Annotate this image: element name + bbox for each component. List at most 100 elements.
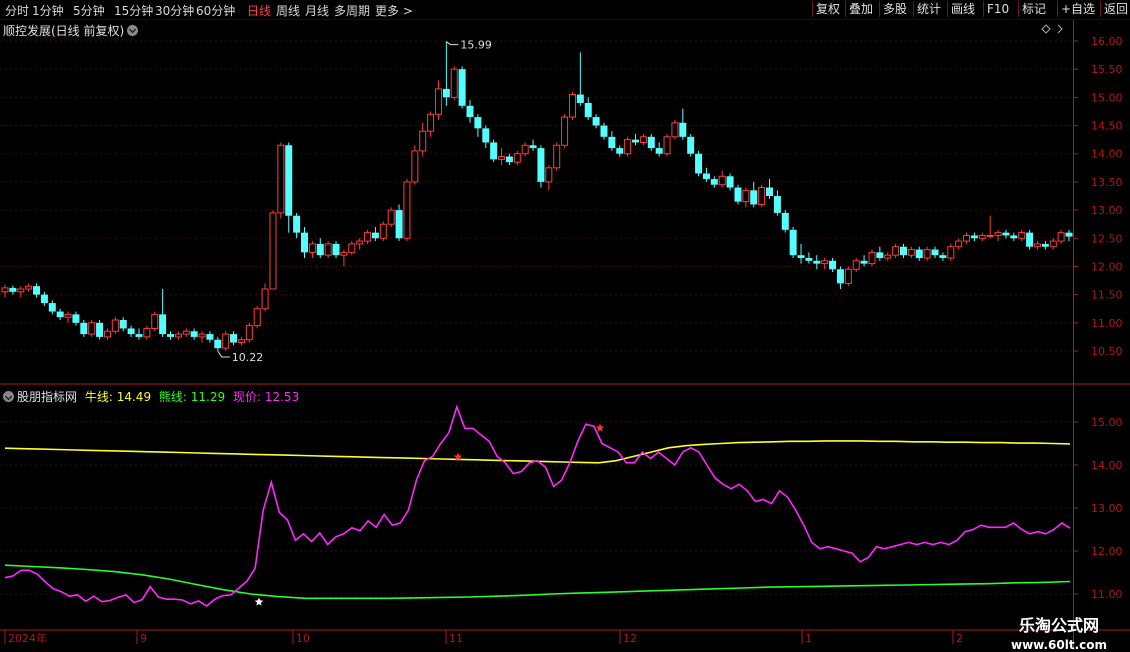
candle-body-up: [245, 325, 253, 341]
candle-body-up: [1033, 243, 1041, 248]
time-tick-label: 1: [805, 632, 812, 645]
candle-body-up: [151, 313, 159, 329]
candle-body-up: [758, 187, 766, 205]
candle-body-up: [308, 243, 316, 253]
candle-body-up: [253, 308, 261, 327]
candle-body-down: [970, 235, 978, 239]
price-tick-label: 15.00: [1091, 91, 1123, 104]
candle-body-up: [545, 167, 553, 183]
candle-body-up: [17, 288, 25, 293]
candle-body-up: [907, 249, 915, 256]
time-tick-label: 9: [140, 632, 147, 645]
candle-body-down: [687, 136, 695, 154]
candle-body-down: [766, 187, 774, 196]
diamond-icon: [1041, 24, 1051, 34]
candle-body-up: [198, 333, 206, 338]
candle-body-down: [33, 286, 41, 295]
candle-body-up: [277, 144, 285, 214]
indicator-tick-label: 11.00: [1091, 588, 1123, 601]
high-marker-label: 15.99: [460, 39, 492, 52]
candle-body-down: [371, 232, 379, 239]
candle-body-down: [1041, 243, 1049, 247]
candle-body-down: [789, 229, 797, 256]
indicator-tick-label: 15.00: [1091, 416, 1123, 429]
candle-body-up: [419, 130, 427, 152]
candle-body-down: [119, 320, 127, 329]
candle-body-up: [852, 260, 860, 270]
candle-body-down: [702, 173, 710, 180]
price-tick-label: 14.50: [1091, 120, 1123, 133]
candle-body-down: [915, 249, 923, 258]
candle-body-down: [813, 260, 821, 264]
candle-body-up: [663, 136, 671, 155]
candle-body-up: [364, 232, 372, 242]
time-tick-label: 10: [296, 632, 310, 645]
candle-body-down: [529, 145, 537, 149]
candle-body-down: [931, 249, 939, 256]
candle-body-down: [632, 139, 640, 143]
candle-body-up: [868, 251, 876, 265]
candle-body-up: [639, 136, 647, 143]
candle-body-up: [892, 246, 900, 256]
price-tick-label: 14.00: [1091, 148, 1123, 161]
indicator-tick-label: 14.00: [1091, 459, 1123, 472]
candle-body-down: [805, 258, 813, 261]
price-tick-label: 15.50: [1091, 63, 1123, 76]
bull-line: [4, 440, 1071, 464]
candle-body-up: [553, 144, 561, 169]
candle-body-up: [434, 88, 442, 115]
candle-body-down: [1002, 232, 1010, 236]
candle-body-down: [230, 334, 238, 343]
candle-body-down: [1010, 235, 1018, 239]
candle-body-down: [608, 136, 616, 149]
candle-body-up: [986, 234, 994, 237]
candle-body-down: [679, 122, 687, 137]
candle-body-up: [356, 240, 364, 245]
candle-body-down: [458, 69, 466, 106]
candle-body-up: [348, 243, 356, 253]
candle-body-down: [127, 328, 135, 335]
chart-canvas[interactable]: 16.00 15.50 15.00 14.50 14.00 13.50 13.00 12.50…: [0, 0, 1130, 650]
indicator-tick-label: 13.00: [1091, 502, 1123, 515]
candle-body-down: [285, 145, 293, 216]
candle-body-down: [726, 176, 734, 188]
candle-body-up: [561, 116, 569, 146]
candle-body-up: [143, 327, 151, 338]
candle-body-up: [411, 150, 419, 183]
watermark: 乐淘公式网 www.60lt.com: [990, 612, 1128, 652]
price-tick-label: 13.00: [1091, 204, 1123, 217]
candle-body-up: [923, 249, 931, 259]
candle-body-up: [222, 333, 230, 349]
candle-body-down: [159, 314, 167, 335]
candle-body-down: [293, 215, 301, 233]
low-marker-label: 10.22: [232, 351, 263, 364]
candle-body-up: [182, 330, 190, 335]
time-tick-label: 11: [449, 632, 463, 645]
price-tick-label: 12.00: [1091, 260, 1123, 273]
time-tick-label: 2024年: [8, 631, 47, 645]
candle-body-down: [584, 103, 592, 118]
candle-body-down: [56, 311, 64, 318]
candle-body-down: [190, 331, 198, 337]
price-tick-label: 13.50: [1091, 176, 1123, 189]
candle-body-down: [505, 156, 513, 163]
watermark-name: 乐淘公式网: [1018, 616, 1099, 635]
time-tick-label: 2: [956, 632, 963, 645]
candle-body-down: [442, 88, 450, 98]
candle-body-up: [64, 313, 72, 318]
candle-body-down: [80, 322, 88, 335]
candle-body-down: [466, 105, 474, 118]
price-tick-label: 11.00: [1091, 317, 1123, 330]
candle-body-up: [821, 260, 829, 265]
price-tick-label: 12.50: [1091, 232, 1123, 245]
candle-body-down: [1065, 232, 1073, 237]
candle-body-up: [994, 232, 1002, 236]
candle-body-up: [1057, 232, 1065, 242]
candle-body-down: [750, 190, 758, 205]
price-tick-label: 16.00: [1091, 35, 1123, 48]
candle-body-down: [600, 125, 608, 137]
candle-body-up: [521, 144, 529, 155]
candle-body-up: [671, 122, 679, 138]
candle-body-up: [498, 156, 506, 160]
candle-body-down: [395, 210, 403, 239]
